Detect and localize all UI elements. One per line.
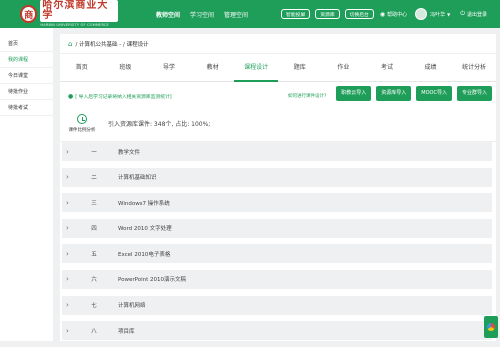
- smart-cast-button[interactable]: 智能投屏: [281, 9, 311, 19]
- chapter-row[interactable]: › 四 Word 2010 文字处理: [62, 218, 492, 238]
- tab-textbook[interactable]: 教材: [191, 54, 235, 82]
- nav-learning-space[interactable]: 学习空间: [190, 10, 214, 19]
- help-center-link[interactable]: ◉ 帮助中心: [380, 11, 407, 18]
- nav-teacher-space[interactable]: 教师空间: [156, 10, 180, 19]
- chevron-down-icon: ▼: [447, 11, 451, 17]
- sidebar-item-today-class[interactable]: 今日课堂: [0, 68, 53, 84]
- zhijiaoyun-import-button[interactable]: 职教云导入: [336, 86, 372, 101]
- chapter-row[interactable]: › 六 PowerPoint 2010演示文稿: [62, 269, 492, 289]
- chapter-row[interactable]: › 一 教学文件: [62, 142, 492, 161]
- sidebar-item-my-courses[interactable]: 我的课程: [0, 52, 53, 68]
- top-navigation-bar: 商 哈尔滨商业大学 HARBIN UNIVERSITY OF COMMERCE …: [0, 0, 500, 28]
- help-center-label: 帮助中心: [387, 11, 408, 18]
- chapter-title: PowerPoint 2010演示文稿: [118, 277, 187, 284]
- tab-guide[interactable]: 导学: [147, 54, 191, 82]
- chapter-number: 七: [91, 303, 97, 310]
- switch-backend-button[interactable]: 切换后台: [344, 9, 374, 19]
- import-buttons: 职教云导入 资源库导入 MOOC导入 专业群导入: [331, 86, 492, 101]
- logout-label: 退出登录: [466, 11, 487, 18]
- chapter-list: › 一 教学文件 › 二 计算机基础知识 › 三 Windows7 操作系统 ›…: [60, 142, 496, 347]
- avatar[interactable]: [415, 8, 428, 20]
- help-icon: ◉: [379, 10, 386, 18]
- info-icon: ●: [68, 92, 74, 100]
- chapter-number: 八: [91, 328, 97, 335]
- chapter-title: Word 2010 文字处理: [118, 226, 172, 233]
- chrome-icon: [487, 323, 495, 331]
- chapter-title: 教学文件: [118, 149, 141, 156]
- resource-library-import-button[interactable]: 资源库导入: [376, 86, 412, 101]
- chapter-number: 三: [91, 200, 97, 207]
- chevron-right-icon: ›: [66, 173, 69, 182]
- clock-icon: [77, 114, 87, 124]
- courseware-stats: 课件比例分析 引入资源库课件: 348个, 占比: 100%;: [60, 106, 496, 142]
- home-icon[interactable]: ⌂: [68, 40, 72, 48]
- breadcrumb-text[interactable]: / 计算机公共基础 - / 课程设计: [75, 40, 148, 48]
- chevron-right-icon: ›: [66, 224, 69, 233]
- tab-home[interactable]: 首页: [60, 54, 104, 82]
- courseware-help-link[interactable]: 如何进行课件设计?: [288, 93, 326, 99]
- chevron-right-icon: ›: [66, 198, 69, 207]
- sidebar-item-home[interactable]: 首页: [0, 36, 53, 52]
- chapter-row[interactable]: › 八 项目库: [62, 321, 492, 341]
- chevron-right-icon: ›: [66, 301, 69, 310]
- user-name: 冯叶华: [430, 11, 446, 18]
- course-tabs: 首页 班级 导学 教材 课程设计 题库 作业 考试 成绩 统计分析: [60, 54, 496, 82]
- chapter-number: 六: [91, 277, 97, 284]
- power-icon: ⏻: [460, 10, 465, 17]
- major-group-import-button[interactable]: 专业群导入: [456, 86, 492, 101]
- chapter-title: Excel 2010电子表格: [118, 251, 171, 258]
- breadcrumb: ⌂ / 计算机公共基础 - / 课程设计: [60, 34, 496, 54]
- logo-seal-icon: 商: [20, 5, 38, 23]
- resource-library-button[interactable]: 资源库: [315, 9, 340, 19]
- tab-question-bank[interactable]: 题库: [278, 54, 322, 82]
- chapter-number: 四: [91, 226, 97, 233]
- tab-grades[interactable]: 成绩: [409, 54, 453, 82]
- logout-button[interactable]: ⏻ 退出登录: [460, 10, 487, 18]
- courseware-ratio-label: 课件比例分析: [68, 128, 96, 133]
- chapter-title: 项目库: [118, 328, 135, 335]
- tab-class[interactable]: 班级: [104, 54, 148, 82]
- logo-title: 哈尔滨商业大学: [40, 0, 118, 23]
- chapter-title: Windows7 操作系统: [118, 200, 170, 207]
- chapter-row[interactable]: › 五 Excel 2010电子表格: [62, 244, 492, 264]
- mooc-import-button[interactable]: MOOC导入: [416, 86, 452, 101]
- sidebar-item-pending-exams[interactable]: 待批考试: [0, 100, 53, 116]
- floating-widget-button[interactable]: [484, 316, 498, 338]
- chevron-right-icon: ›: [66, 275, 69, 284]
- chevron-right-icon: ›: [66, 147, 69, 156]
- import-notice-bar: ● [ 导入后学习记录将纳入相关资源库监测统计] 如何进行课件设计? 职教云导入…: [60, 86, 496, 106]
- chapter-number: 五: [91, 251, 97, 258]
- tab-statistics[interactable]: 统计分析: [452, 54, 496, 82]
- tab-homework[interactable]: 作业: [322, 54, 366, 82]
- chapter-row[interactable]: › 三 Windows7 操作系统: [62, 193, 492, 213]
- tab-course-design[interactable]: 课程设计: [234, 54, 278, 82]
- chapter-row[interactable]: › 二 计算机基础知识: [62, 167, 492, 187]
- chapter-title: 计算机基础知识: [118, 175, 157, 182]
- tab-exam[interactable]: 考试: [365, 54, 409, 82]
- chevron-right-icon: ›: [66, 326, 69, 335]
- nav-management-space[interactable]: 管理空间: [224, 10, 248, 19]
- import-notice-text: [ 导入后学习记录将纳入相关资源库监测统计]: [75, 94, 172, 100]
- space-nav: 教师空间 学习空间 管理空间: [156, 10, 258, 19]
- chapter-number: 二: [91, 175, 97, 182]
- courseware-stats-text: 引入资源库课件: 348个, 占比: 100%;: [108, 121, 211, 128]
- sidebar: 首页 我的课程 今日课堂 待批作业 待批考试: [0, 28, 53, 341]
- chapter-row[interactable]: › 七 计算机网络: [62, 295, 492, 315]
- university-logo[interactable]: 商 哈尔滨商业大学 HARBIN UNIVERSITY OF COMMERCE: [20, 0, 118, 28]
- user-menu[interactable]: 冯叶华 ▼: [430, 11, 450, 18]
- chapter-number: 一: [91, 149, 97, 156]
- main-panel: ⌂ / 计算机公共基础 - / 课程设计 首页 班级 导学 教材 课程设计 题库…: [60, 34, 496, 341]
- sidebar-item-pending-homework[interactable]: 待批作业: [0, 84, 53, 100]
- courseware-ratio-analysis[interactable]: 课件比例分析: [64, 114, 100, 133]
- chevron-right-icon: ›: [66, 249, 69, 258]
- chapter-title: 计算机网络: [118, 303, 146, 310]
